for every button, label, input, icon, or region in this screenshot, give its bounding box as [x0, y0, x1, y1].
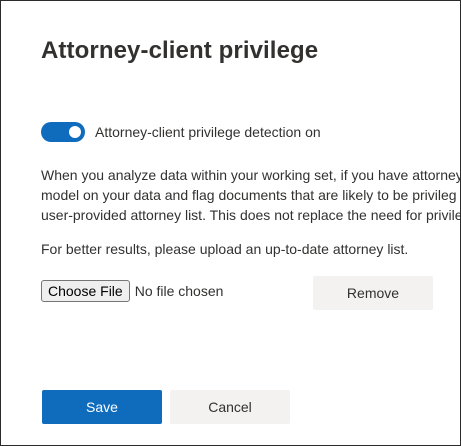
- panel-title: Attorney-client privilege: [41, 37, 319, 64]
- attorney-client-privilege-panel: Attorney-client privilege Attorney-clien…: [0, 0, 461, 446]
- privilege-detection-toggle-label: Attorney-client privilege detection on: [95, 124, 321, 140]
- privilege-description: When you analyze data within your workin…: [41, 165, 460, 225]
- save-button[interactable]: Save: [42, 390, 162, 424]
- description-line: When you analyze data within your workin…: [41, 167, 460, 183]
- description-line: model on your data and flag documents th…: [41, 187, 457, 203]
- toggle-knob: [69, 126, 81, 138]
- remove-button[interactable]: Remove: [313, 276, 433, 310]
- description-line: user-provided attorney list. This does n…: [41, 207, 460, 223]
- choose-file-button[interactable]: Choose File: [41, 280, 130, 302]
- file-status-text: No file chosen: [134, 283, 224, 299]
- privilege-detection-toggle[interactable]: [41, 122, 85, 142]
- privilege-detection-toggle-row: Attorney-client privilege detection on: [41, 122, 321, 142]
- attorney-list-note: For better results, please upload an up-…: [41, 241, 409, 257]
- cancel-button[interactable]: Cancel: [170, 390, 290, 424]
- attorney-list-file-input: Choose File No file chosen: [41, 280, 223, 302]
